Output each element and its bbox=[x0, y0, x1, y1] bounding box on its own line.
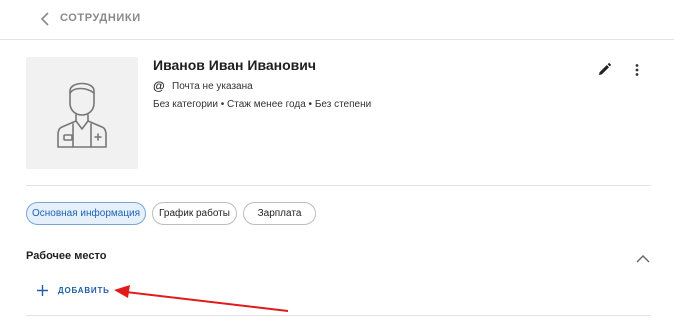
breadcrumb[interactable]: СОТРУДНИКИ bbox=[60, 12, 141, 24]
more-options-button[interactable] bbox=[630, 62, 644, 78]
chevron-up-icon bbox=[636, 255, 650, 263]
email-row: @ Почта не указана bbox=[153, 79, 253, 93]
annotation-arrow-icon bbox=[114, 285, 289, 312]
edit-button[interactable] bbox=[596, 62, 612, 78]
divider bbox=[26, 185, 651, 186]
tab-salary[interactable]: Зарплата bbox=[243, 202, 316, 225]
tabs: Основная информация График работы Зарпла… bbox=[26, 202, 322, 225]
section-title: Рабочее место bbox=[26, 250, 107, 262]
tab-main-info[interactable]: Основная информация bbox=[26, 202, 146, 225]
collapse-section-button[interactable] bbox=[635, 251, 651, 263]
employee-meta: Без категории • Стаж менее года • Без ст… bbox=[153, 99, 372, 110]
avatar bbox=[26, 57, 138, 169]
back-chevron-icon[interactable] bbox=[38, 11, 52, 27]
pencil-icon bbox=[599, 63, 611, 75]
plus-icon bbox=[37, 284, 48, 296]
email-text: Почта не указана bbox=[172, 80, 253, 92]
top-bar: СОТРУДНИКИ bbox=[0, 0, 674, 40]
tab-schedule[interactable]: График работы bbox=[152, 202, 237, 225]
more-vertical-icon bbox=[635, 64, 639, 76]
divider bbox=[26, 315, 651, 316]
add-workplace-button[interactable]: ДОБАВИТЬ bbox=[36, 282, 110, 298]
doctor-avatar-icon bbox=[57, 82, 107, 148]
employee-name: Иванов Иван Иванович bbox=[153, 57, 317, 73]
at-icon: @ bbox=[153, 79, 165, 93]
